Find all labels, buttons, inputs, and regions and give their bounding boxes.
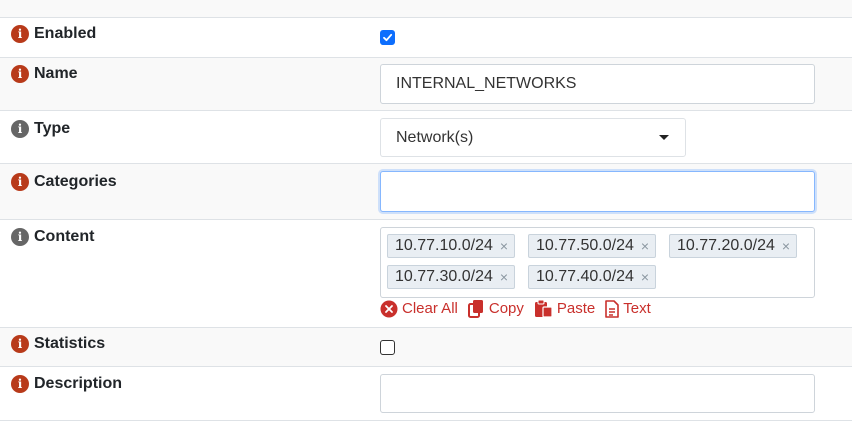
- text-link[interactable]: Text: [605, 299, 651, 318]
- remove-tag-icon[interactable]: ×: [500, 269, 508, 285]
- info-icon[interactable]: i: [11, 65, 29, 83]
- statistics-label-wrap: i Statistics: [11, 335, 105, 353]
- name-input[interactable]: INTERNAL_NETWORKS: [380, 64, 815, 104]
- type-label-wrap: i Type: [11, 120, 70, 138]
- row-statistics: i Statistics: [0, 328, 852, 367]
- type-select[interactable]: Network(s): [380, 118, 686, 157]
- copy-link[interactable]: Copy: [467, 299, 524, 318]
- info-icon[interactable]: i: [11, 120, 29, 138]
- content-tag: 10.77.40.0/24 ×: [528, 265, 657, 289]
- info-icon[interactable]: i: [11, 228, 29, 246]
- row-type: i Type Network(s): [0, 111, 852, 164]
- description-label-wrap: i Description: [11, 375, 122, 393]
- content-tag: 10.77.30.0/24 ×: [387, 265, 516, 289]
- content-label: Content: [34, 228, 95, 245]
- copy-icon: [467, 300, 483, 318]
- content-actions: Clear All Copy Paste Text: [380, 299, 661, 318]
- row-description: i Description: [0, 367, 852, 421]
- content-tag: 10.77.10.0/24 ×: [387, 234, 516, 258]
- x-circle-icon: [380, 300, 398, 317]
- categories-label: Categories: [34, 173, 117, 190]
- remove-tag-icon[interactable]: ×: [782, 238, 790, 254]
- name-input-value: INTERNAL_NETWORKS: [396, 75, 577, 92]
- description-input[interactable]: [380, 374, 815, 413]
- tag-label: 10.77.50.0/24: [536, 237, 634, 254]
- file-text-icon: [605, 299, 620, 318]
- form-top-strip: [0, 0, 852, 18]
- clear-all-link[interactable]: Clear All: [380, 300, 458, 318]
- info-icon[interactable]: i: [11, 335, 29, 353]
- row-enabled: i Enabled: [0, 18, 852, 58]
- enabled-label-wrap: i Enabled: [11, 25, 96, 43]
- remove-tag-icon[interactable]: ×: [641, 269, 649, 285]
- statistics-label: Statistics: [34, 335, 106, 352]
- categories-input[interactable]: [380, 171, 815, 212]
- enabled-checkbox[interactable]: [380, 30, 395, 45]
- paste-link[interactable]: Paste: [534, 299, 595, 318]
- copy-label: Copy: [488, 300, 524, 317]
- paste-icon: [534, 299, 553, 318]
- row-name: i Name INTERNAL_NETWORKS: [0, 58, 852, 111]
- name-label-wrap: i Name: [11, 65, 78, 83]
- description-label: Description: [34, 375, 123, 392]
- content-tag: 10.77.50.0/24 ×: [528, 234, 657, 258]
- content-label-wrap: i Content: [11, 228, 94, 246]
- enabled-label: Enabled: [34, 25, 97, 42]
- tag-label: 10.77.30.0/24: [395, 268, 493, 285]
- remove-tag-icon[interactable]: ×: [500, 238, 508, 254]
- paste-label: Paste: [556, 300, 596, 317]
- text-label: Text: [623, 300, 651, 317]
- tag-label: 10.77.10.0/24: [395, 237, 493, 254]
- checkmark-icon: [383, 33, 393, 42]
- info-icon[interactable]: i: [11, 25, 29, 43]
- type-label: Type: [34, 120, 71, 137]
- info-icon[interactable]: i: [11, 375, 29, 393]
- remove-tag-icon[interactable]: ×: [641, 238, 649, 254]
- name-label: Name: [34, 65, 78, 82]
- categories-label-wrap: i Categories: [11, 173, 117, 191]
- tag-label: 10.77.40.0/24: [536, 268, 634, 285]
- content-tag-input[interactable]: 10.77.10.0/24 × 10.77.50.0/24 × 10.77.20…: [380, 227, 815, 298]
- info-icon[interactable]: i: [11, 173, 29, 191]
- row-categories: i Categories: [0, 164, 852, 220]
- clear-all-label: Clear All: [402, 300, 458, 317]
- content-tag: 10.77.20.0/24 ×: [669, 234, 798, 258]
- caret-down-icon: [659, 135, 669, 140]
- tag-label: 10.77.20.0/24: [677, 237, 775, 254]
- statistics-checkbox[interactable]: [380, 340, 395, 355]
- type-select-value: Network(s): [396, 128, 474, 146]
